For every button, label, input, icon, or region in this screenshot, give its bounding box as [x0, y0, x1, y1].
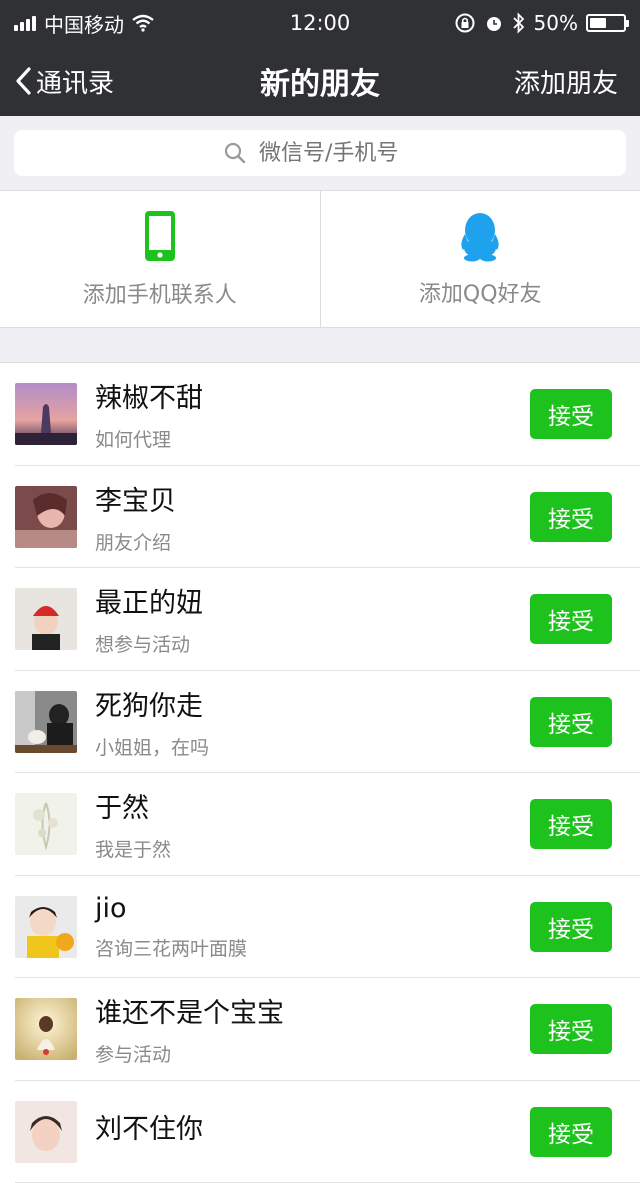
- list-item[interactable]: 于然 我是于然 接受: [0, 773, 640, 876]
- phone-icon: [143, 209, 177, 263]
- friend-name: 辣椒不甜: [95, 376, 530, 415]
- avatar: [15, 486, 77, 548]
- add-options: 添加手机联系人 添加QQ好友: [0, 190, 640, 328]
- nav-bar: 通讯录 新的朋友 添加朋友: [0, 46, 640, 116]
- friend-name: 死狗你走: [95, 684, 530, 723]
- friend-name: 刘不住你: [95, 1107, 530, 1146]
- accept-button[interactable]: 接受: [530, 1107, 612, 1157]
- friend-message: 朋友介绍: [95, 528, 530, 555]
- friend-request-list: 辣椒不甜 如何代理 接受 李宝贝 朋友介绍 接受: [0, 362, 640, 1183]
- list-item[interactable]: 李宝贝 朋友介绍 接受: [0, 466, 640, 569]
- bluetooth-icon: [512, 12, 526, 34]
- friend-name: 李宝贝: [95, 479, 530, 518]
- friend-message: 想参与活动: [95, 630, 530, 657]
- search-bar[interactable]: [14, 130, 626, 176]
- add-phone-contacts[interactable]: 添加手机联系人: [0, 191, 320, 327]
- search-section: [0, 116, 640, 190]
- accept-button[interactable]: 接受: [530, 594, 612, 644]
- carrier-label: 中国移动: [44, 9, 124, 38]
- friend-message: 参与活动: [95, 1040, 530, 1067]
- list-item[interactable]: 最正的妞 想参与活动 接受: [0, 568, 640, 671]
- friend-name: 最正的妞: [95, 581, 530, 620]
- add-phone-contacts-label: 添加手机联系人: [83, 277, 237, 309]
- accept-button[interactable]: 接受: [530, 799, 612, 849]
- list-item[interactable]: 辣椒不甜 如何代理 接受: [0, 363, 640, 466]
- friend-message: 小姐姐，在吗: [95, 733, 530, 760]
- avatar: [15, 691, 77, 753]
- add-qq-friends[interactable]: 添加QQ好友: [320, 191, 640, 327]
- signal-icon: [14, 15, 36, 31]
- list-item[interactable]: 谁还不是个宝宝 参与活动 接受: [0, 978, 640, 1081]
- status-right: 50%: [454, 11, 626, 35]
- list-item[interactable]: 刘不住你 接受: [0, 1081, 640, 1183]
- friend-name: jio: [95, 893, 530, 924]
- add-friend-button[interactable]: 添加朋友: [514, 63, 618, 100]
- avatar: [15, 1101, 77, 1163]
- list-item[interactable]: 死狗你走 小姐姐，在吗 接受: [0, 671, 640, 774]
- orientation-lock-icon: [454, 12, 476, 34]
- avatar: [15, 588, 77, 650]
- add-qq-friends-label: 添加QQ好友: [419, 276, 542, 308]
- battery-fill: [590, 18, 606, 28]
- status-left: 中国移动: [14, 9, 154, 38]
- battery-icon: [586, 14, 626, 32]
- avatar: [15, 998, 77, 1060]
- accept-button[interactable]: 接受: [530, 697, 612, 747]
- back-label: 通讯录: [36, 63, 114, 100]
- avatar: [15, 383, 77, 445]
- alarm-icon: [484, 13, 504, 33]
- search-icon: [223, 141, 247, 165]
- accept-button[interactable]: 接受: [530, 902, 612, 952]
- qq-icon: [457, 210, 503, 262]
- friend-message: 我是于然: [95, 835, 530, 862]
- search-input[interactable]: [257, 140, 417, 167]
- chevron-left-icon: [14, 66, 32, 96]
- accept-button[interactable]: 接受: [530, 389, 612, 439]
- avatar: [15, 793, 77, 855]
- friend-message: 如何代理: [95, 425, 530, 452]
- avatar: [15, 896, 77, 958]
- friend-name: 谁还不是个宝宝: [95, 991, 530, 1030]
- battery-percent: 50%: [534, 11, 578, 35]
- back-button[interactable]: 通讯录: [14, 63, 114, 100]
- list-item[interactable]: jio 咨询三花两叶面膜 接受: [0, 876, 640, 979]
- accept-button[interactable]: 接受: [530, 492, 612, 542]
- status-bar: 中国移动 12:00 50%: [0, 0, 640, 46]
- friend-name: 于然: [95, 786, 530, 825]
- friend-message: 咨询三花两叶面膜: [95, 934, 530, 961]
- accept-button[interactable]: 接受: [530, 1004, 612, 1054]
- wifi-icon: [132, 14, 154, 32]
